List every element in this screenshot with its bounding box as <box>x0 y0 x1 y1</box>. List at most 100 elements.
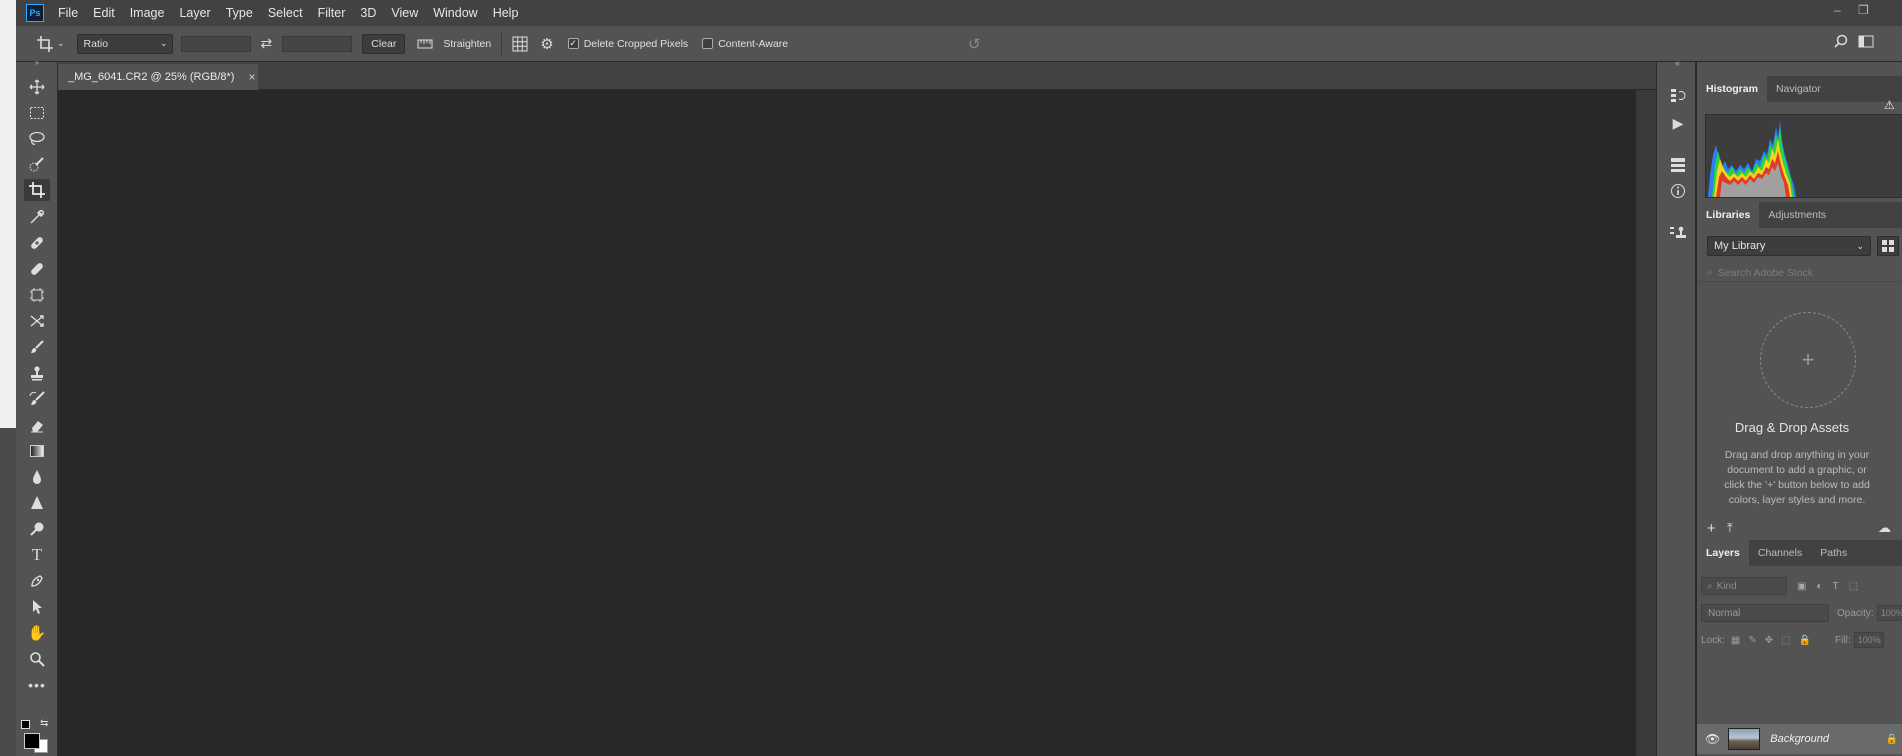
history-brush-tool-icon[interactable] <box>24 388 50 410</box>
move-tool-icon[interactable] <box>24 76 50 98</box>
visibility-eye-icon[interactable]: 👁 <box>1705 732 1720 746</box>
pixel-filter-icon[interactable]: ▣ <box>1797 581 1806 592</box>
shape-filter-icon[interactable]: ⬚ <box>1849 581 1858 592</box>
library-select[interactable]: My Library ⌄ <box>1707 236 1871 256</box>
swap-icon[interactable]: ⇄ <box>261 35 273 52</box>
layer-background[interactable]: 👁 Background 🔒 <box>1697 724 1902 754</box>
history-panel-icon[interactable] <box>1667 84 1689 106</box>
lock-position-icon[interactable]: ✥ <box>1765 635 1773 646</box>
straighten-icon[interactable] <box>417 37 433 51</box>
minimize-icon[interactable]: – <box>1834 3 1841 17</box>
opacity-field[interactable]: 100% <box>1876 605 1902 621</box>
actions-play-icon[interactable]: ▶ <box>1667 112 1689 134</box>
delete-cropped-label[interactable]: Delete Cropped Pixels <box>584 38 688 50</box>
spot-healing-tool-icon[interactable] <box>24 232 50 254</box>
fill-field[interactable]: 100% <box>1853 632 1884 648</box>
crop-tool-icon[interactable] <box>24 179 50 201</box>
menu-filter[interactable]: Filter <box>318 6 346 20</box>
close-icon[interactable]: × <box>248 70 255 84</box>
menu-edit[interactable]: Edit <box>93 6 115 20</box>
width-field[interactable] <box>180 35 251 52</box>
straighten-label[interactable]: Straighten <box>443 38 491 50</box>
foreground-color-swatch[interactable] <box>24 733 40 749</box>
content-aware-checkbox[interactable] <box>702 38 714 49</box>
collapse-arrows-icon[interactable]: « <box>1675 58 1680 68</box>
tab-libraries[interactable]: Libraries <box>1697 202 1760 228</box>
clone-source-icon[interactable] <box>1667 222 1689 244</box>
lock-all-icon[interactable]: 🔒 <box>1799 635 1811 646</box>
collapse-arrows-icon[interactable]: » <box>24 56 50 68</box>
crop-preset-icon[interactable] <box>36 35 54 53</box>
gradient-tool-icon[interactable] <box>24 440 50 462</box>
creative-cloud-icon[interactable]: ☁ <box>1878 520 1891 536</box>
menu-file[interactable]: File <box>58 6 78 20</box>
restore-icon[interactable]: ❐ <box>1858 3 1869 17</box>
menu-3d[interactable]: 3D <box>360 6 376 20</box>
swap-colors-icon[interactable]: ⇆ <box>40 718 48 729</box>
type-filter-icon[interactable]: T <box>1833 581 1839 592</box>
menu-layer[interactable]: Layer <box>179 6 210 20</box>
menu-image[interactable]: Image <box>130 6 165 20</box>
quick-selection-tool-icon[interactable] <box>24 154 50 176</box>
warning-icon[interactable]: ⚠ <box>1884 98 1895 112</box>
menu-select[interactable]: Select <box>268 6 303 20</box>
lock-artboard-icon[interactable]: ⬚ <box>1781 635 1790 646</box>
gear-icon[interactable]: ⚙ <box>540 35 553 53</box>
tab-layers[interactable]: Layers <box>1697 540 1749 566</box>
properties-panel-icon[interactable] <box>1667 154 1689 176</box>
grid-view-icon[interactable] <box>1877 236 1899 256</box>
height-field[interactable] <box>282 35 353 52</box>
canvas-area[interactable] <box>58 90 1636 756</box>
adjustment-filter-icon[interactable]: ◐ <box>1816 581 1822 592</box>
type-tool-icon[interactable]: T <box>24 544 50 566</box>
delete-cropped-checkbox[interactable]: ✓ <box>567 38 579 49</box>
default-colors-icon[interactable] <box>21 720 30 729</box>
tab-paths[interactable]: Paths <box>1811 540 1856 566</box>
lock-pixels-icon[interactable]: ✎ <box>1748 635 1756 646</box>
tab-channels[interactable]: Channels <box>1749 540 1811 566</box>
sharpen-tool-icon[interactable] <box>24 492 50 514</box>
tab-histogram[interactable]: Histogram <box>1697 76 1767 102</box>
brush-tool-icon[interactable] <box>24 336 50 358</box>
frame-tool-icon[interactable] <box>24 284 50 306</box>
tab-navigator[interactable]: Navigator <box>1767 76 1830 102</box>
menu-window[interactable]: Window <box>433 6 477 20</box>
stock-search-input[interactable]: ⌕ Search Adobe Stock <box>1699 264 1902 282</box>
add-asset-icon[interactable]: + <box>1707 520 1716 537</box>
eraser-tool-icon[interactable] <box>24 414 50 436</box>
menu-view[interactable]: View <box>391 6 418 20</box>
vertical-scrollbar[interactable] <box>1636 90 1656 756</box>
search-icon[interactable] <box>1834 34 1848 48</box>
dodge-tool-icon[interactable] <box>24 518 50 540</box>
blend-mode-select[interactable]: Normal <box>1701 604 1829 622</box>
upload-icon[interactable]: ⤒ <box>1727 520 1733 536</box>
clone-stamp-tool-icon[interactable] <box>24 362 50 384</box>
reset-icon[interactable]: ↺ <box>968 35 981 53</box>
menu-type[interactable]: Type <box>226 6 253 20</box>
eyedropper-tool-icon[interactable] <box>24 206 50 228</box>
lock-icon[interactable]: 🔒 <box>1886 734 1898 745</box>
zoom-tool-icon[interactable] <box>24 648 50 670</box>
info-icon[interactable] <box>1667 180 1689 202</box>
path-selection-tool-icon[interactable] <box>24 596 50 618</box>
clear-button[interactable]: Clear <box>362 33 406 54</box>
document-tab[interactable]: _MG_6041.CR2 @ 25% (RGB/8*) × <box>58 64 258 90</box>
hand-tool-icon[interactable]: ✋ <box>24 622 50 644</box>
lasso-tool-icon[interactable] <box>24 128 50 150</box>
content-aware-move-tool-icon[interactable] <box>24 310 50 332</box>
overlay-grid-icon[interactable] <box>512 36 528 52</box>
ratio-select[interactable]: Ratio ⌄ <box>76 33 173 54</box>
content-aware-label[interactable]: Content-Aware <box>718 38 788 50</box>
lock-transparent-icon[interactable]: ▦ <box>1731 635 1740 646</box>
healing-brush-tool-icon[interactable] <box>24 258 50 280</box>
tab-adjustments[interactable]: Adjustments <box>1759 202 1835 228</box>
marquee-tool-icon[interactable] <box>24 102 50 124</box>
more-tools-icon[interactable]: ••• <box>24 674 50 696</box>
chevron-down-icon[interactable]: ⌄ <box>57 38 65 49</box>
workspace-icon[interactable] <box>1858 35 1874 48</box>
blur-tool-icon[interactable] <box>24 466 50 488</box>
pen-tool-icon[interactable] <box>24 570 50 592</box>
kind-filter[interactable]: ⌕ Kind <box>1701 577 1787 595</box>
drop-target-circle[interactable]: + <box>1760 312 1856 408</box>
menu-help[interactable]: Help <box>493 6 519 20</box>
